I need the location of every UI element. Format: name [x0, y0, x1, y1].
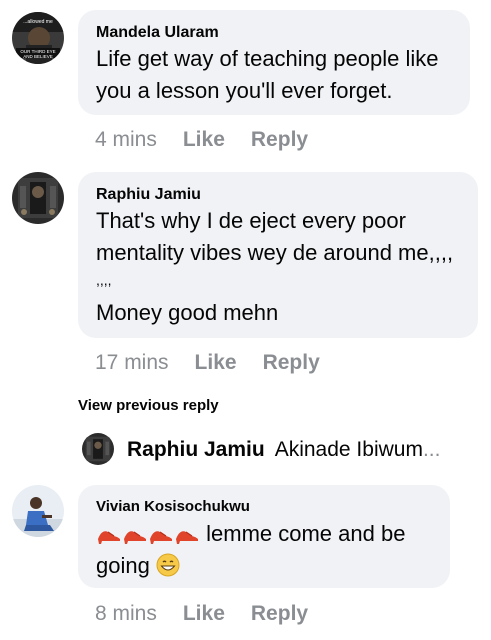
- comment-text-line: you a lesson you'll ever forget.: [96, 78, 393, 103]
- comment-author[interactable]: Vivian Kosisochukwu: [96, 498, 250, 515]
- comment-text-line: going: [96, 549, 180, 587]
- comment-time: 8 mins: [95, 602, 157, 625]
- comment-time: 4 mins: [95, 128, 157, 151]
- reply-ellipsis: ...: [422, 438, 441, 461]
- comment-text-line: ,,,,: [96, 272, 112, 288]
- reply-button[interactable]: Reply: [251, 128, 308, 151]
- comment-text: going: [96, 553, 150, 578]
- comment-author[interactable]: Raphiu Jamiu: [96, 186, 201, 204]
- like-button[interactable]: Like: [183, 602, 225, 625]
- reply-preview-text: Akinade Ibiwum: [274, 438, 423, 461]
- reply-preview[interactable]: Raphiu Jamiu Akinade Ibiwum...: [127, 438, 440, 462]
- comment-text-line: Money good mehn: [96, 300, 279, 325]
- avatar[interactable]: ...allowed me OUR THIRD EYE AND BELIEVE: [12, 12, 64, 64]
- reply-author: Raphiu Jamiu: [127, 438, 265, 461]
- like-button[interactable]: Like: [195, 351, 237, 374]
- comment-text-line: Life get way of teaching people like: [96, 46, 439, 71]
- view-previous-reply-link[interactable]: View previous reply: [78, 397, 219, 414]
- svg-text:AND BELIEVE: AND BELIEVE: [23, 54, 53, 59]
- comment-meta: 4 mins Like Reply: [95, 128, 308, 152]
- comment-text: lemme come and be: [206, 521, 406, 546]
- comment-meta: 8 mins Like Reply: [95, 602, 308, 626]
- comment-meta: 17 mins Like Reply: [95, 351, 320, 375]
- comment-text-line: That's why I de eject every poor: [96, 208, 406, 233]
- reply-button[interactable]: Reply: [263, 351, 320, 374]
- avatar[interactable]: [12, 485, 64, 537]
- svg-text:...allowed me: ...allowed me: [23, 19, 53, 25]
- grinning-face-icon: [156, 553, 180, 587]
- avatar[interactable]: [82, 433, 114, 465]
- comment-text-line: mentality vibes wey de around me,,,,: [96, 240, 454, 265]
- like-button[interactable]: Like: [183, 128, 225, 151]
- reply-button[interactable]: Reply: [251, 602, 308, 625]
- comment-time: 17 mins: [95, 351, 169, 374]
- comment-author[interactable]: Mandela Ularam: [96, 24, 219, 42]
- avatar[interactable]: [12, 172, 64, 224]
